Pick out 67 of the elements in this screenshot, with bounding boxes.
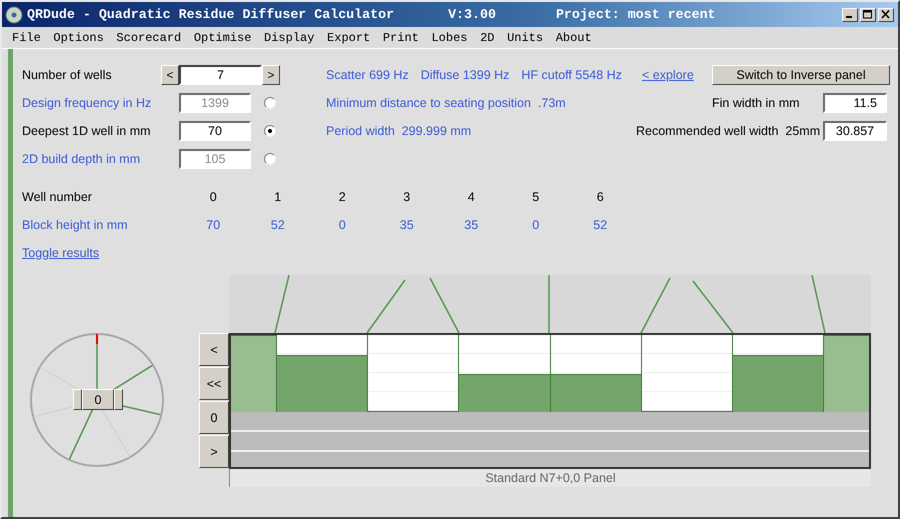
menu-item[interactable]: About — [552, 30, 596, 44]
menu-item[interactable]: 2D — [476, 30, 498, 44]
well-number: 2 — [338, 190, 347, 204]
row-label: Well number — [22, 190, 93, 204]
block-height: 52 — [592, 218, 608, 232]
menu-item[interactable]: Scorecard — [112, 30, 186, 44]
close-icon — [881, 10, 891, 19]
well-number: 4 — [466, 190, 476, 204]
row-label: Block height in mm — [22, 218, 129, 232]
well-width-field[interactable]: 30.857 — [823, 121, 887, 141]
maximize-button[interactable] — [860, 8, 876, 22]
result-text: HF cutoff 5548 Hz — [521, 68, 622, 82]
well-number: 5 — [531, 190, 540, 204]
setting-label: Number of wells — [22, 68, 113, 82]
menu-item[interactable]: File — [8, 30, 45, 44]
input-field[interactable]: 70 — [179, 121, 251, 141]
block-height: 35 — [463, 218, 480, 232]
block-height: 0 — [531, 218, 540, 232]
well-number: 6 — [596, 190, 605, 204]
previous-button[interactable]: < — [161, 65, 179, 85]
menu-item[interactable]: Lobes — [427, 30, 472, 44]
setting-label: 2D build depth in mm — [22, 152, 142, 166]
menu-item[interactable]: Display — [260, 30, 318, 44]
block-height: 35 — [398, 218, 415, 232]
menu-item[interactable]: Print — [378, 30, 423, 44]
minimize-button[interactable] — [842, 8, 858, 22]
result-text: Period width 299.999 mm — [326, 124, 472, 138]
switch-panel-button[interactable]: Switch to Inverse panel — [712, 65, 890, 85]
fin-width-field[interactable]: 11.5 — [823, 93, 887, 113]
next-button[interactable]: > — [262, 65, 280, 85]
fin-width-label: Fin width in mm — [712, 96, 800, 110]
toggle-results-link[interactable]: Toggle results — [22, 246, 100, 260]
close-button[interactable] — [878, 8, 894, 22]
dial-right-button[interactable] — [114, 389, 123, 410]
step-button[interactable]: << — [199, 367, 229, 400]
version-label: V:3.00 — [448, 7, 496, 22]
radio-button[interactable] — [264, 97, 276, 109]
menu-item[interactable]: Units — [503, 30, 548, 44]
block-height: 0 — [338, 218, 347, 232]
maximize-icon — [863, 10, 873, 19]
result-text: Minimum distance to seating position .73m — [326, 96, 566, 110]
result-text: Scatter 699 Hz — [326, 68, 409, 82]
explore-link[interactable]: < explore — [642, 68, 694, 82]
menu-item[interactable]: Export — [323, 30, 374, 44]
well-width-label: Recommended well width 25mm — [636, 124, 820, 138]
project-label: Project: most recent — [556, 7, 716, 22]
menu-item[interactable]: Options — [49, 30, 108, 44]
disc-icon — [5, 6, 23, 24]
dial-value-button[interactable]: 0 — [82, 389, 114, 410]
dial-left-button[interactable] — [73, 389, 82, 410]
radio-button[interactable] — [264, 125, 276, 137]
setting-label: Deepest 1D well in mm — [22, 124, 152, 138]
block-height: 70 — [205, 218, 222, 232]
wells-count-field[interactable]: 7 — [179, 65, 262, 85]
step-button[interactable]: 0 — [199, 401, 229, 434]
radio-button[interactable] — [264, 153, 276, 165]
menu-item[interactable]: Optimise — [190, 30, 256, 44]
block-height: 52 — [270, 218, 286, 232]
setting-label: Design frequency in Hz — [22, 96, 152, 110]
window-title: QRDude - Quadratic Residue Diffuser Calculator — [27, 7, 394, 22]
step-button[interactable]: > — [199, 435, 229, 468]
well-number: 3 — [402, 190, 412, 204]
panel-caption: Standard N7+0,0 Panel — [229, 469, 871, 487]
result-text: Diffuse 1399 Hz — [420, 68, 510, 82]
step-button[interactable]: < — [199, 333, 229, 366]
well-number: 1 — [273, 190, 282, 204]
well-number: 0 — [208, 190, 218, 204]
